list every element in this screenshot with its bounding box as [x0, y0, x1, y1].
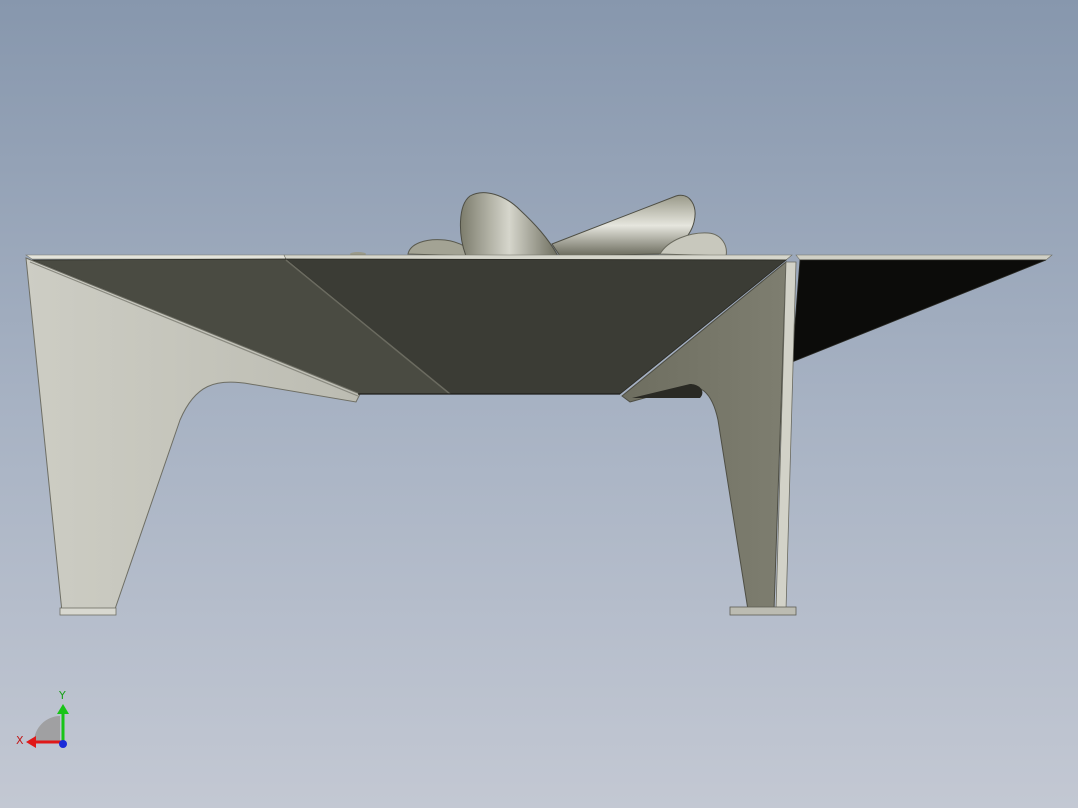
x-axis-label: X — [16, 734, 24, 747]
orientation-triad[interactable] — [0, 0, 1078, 808]
triad-plane-icon — [34, 716, 60, 742]
z-axis-dot — [59, 740, 67, 748]
x-axis-arrowhead — [26, 736, 36, 748]
y-axis-label: Y — [59, 689, 66, 702]
3d-viewport[interactable]: Y X — [0, 0, 1078, 808]
y-axis-arrowhead — [57, 704, 69, 714]
